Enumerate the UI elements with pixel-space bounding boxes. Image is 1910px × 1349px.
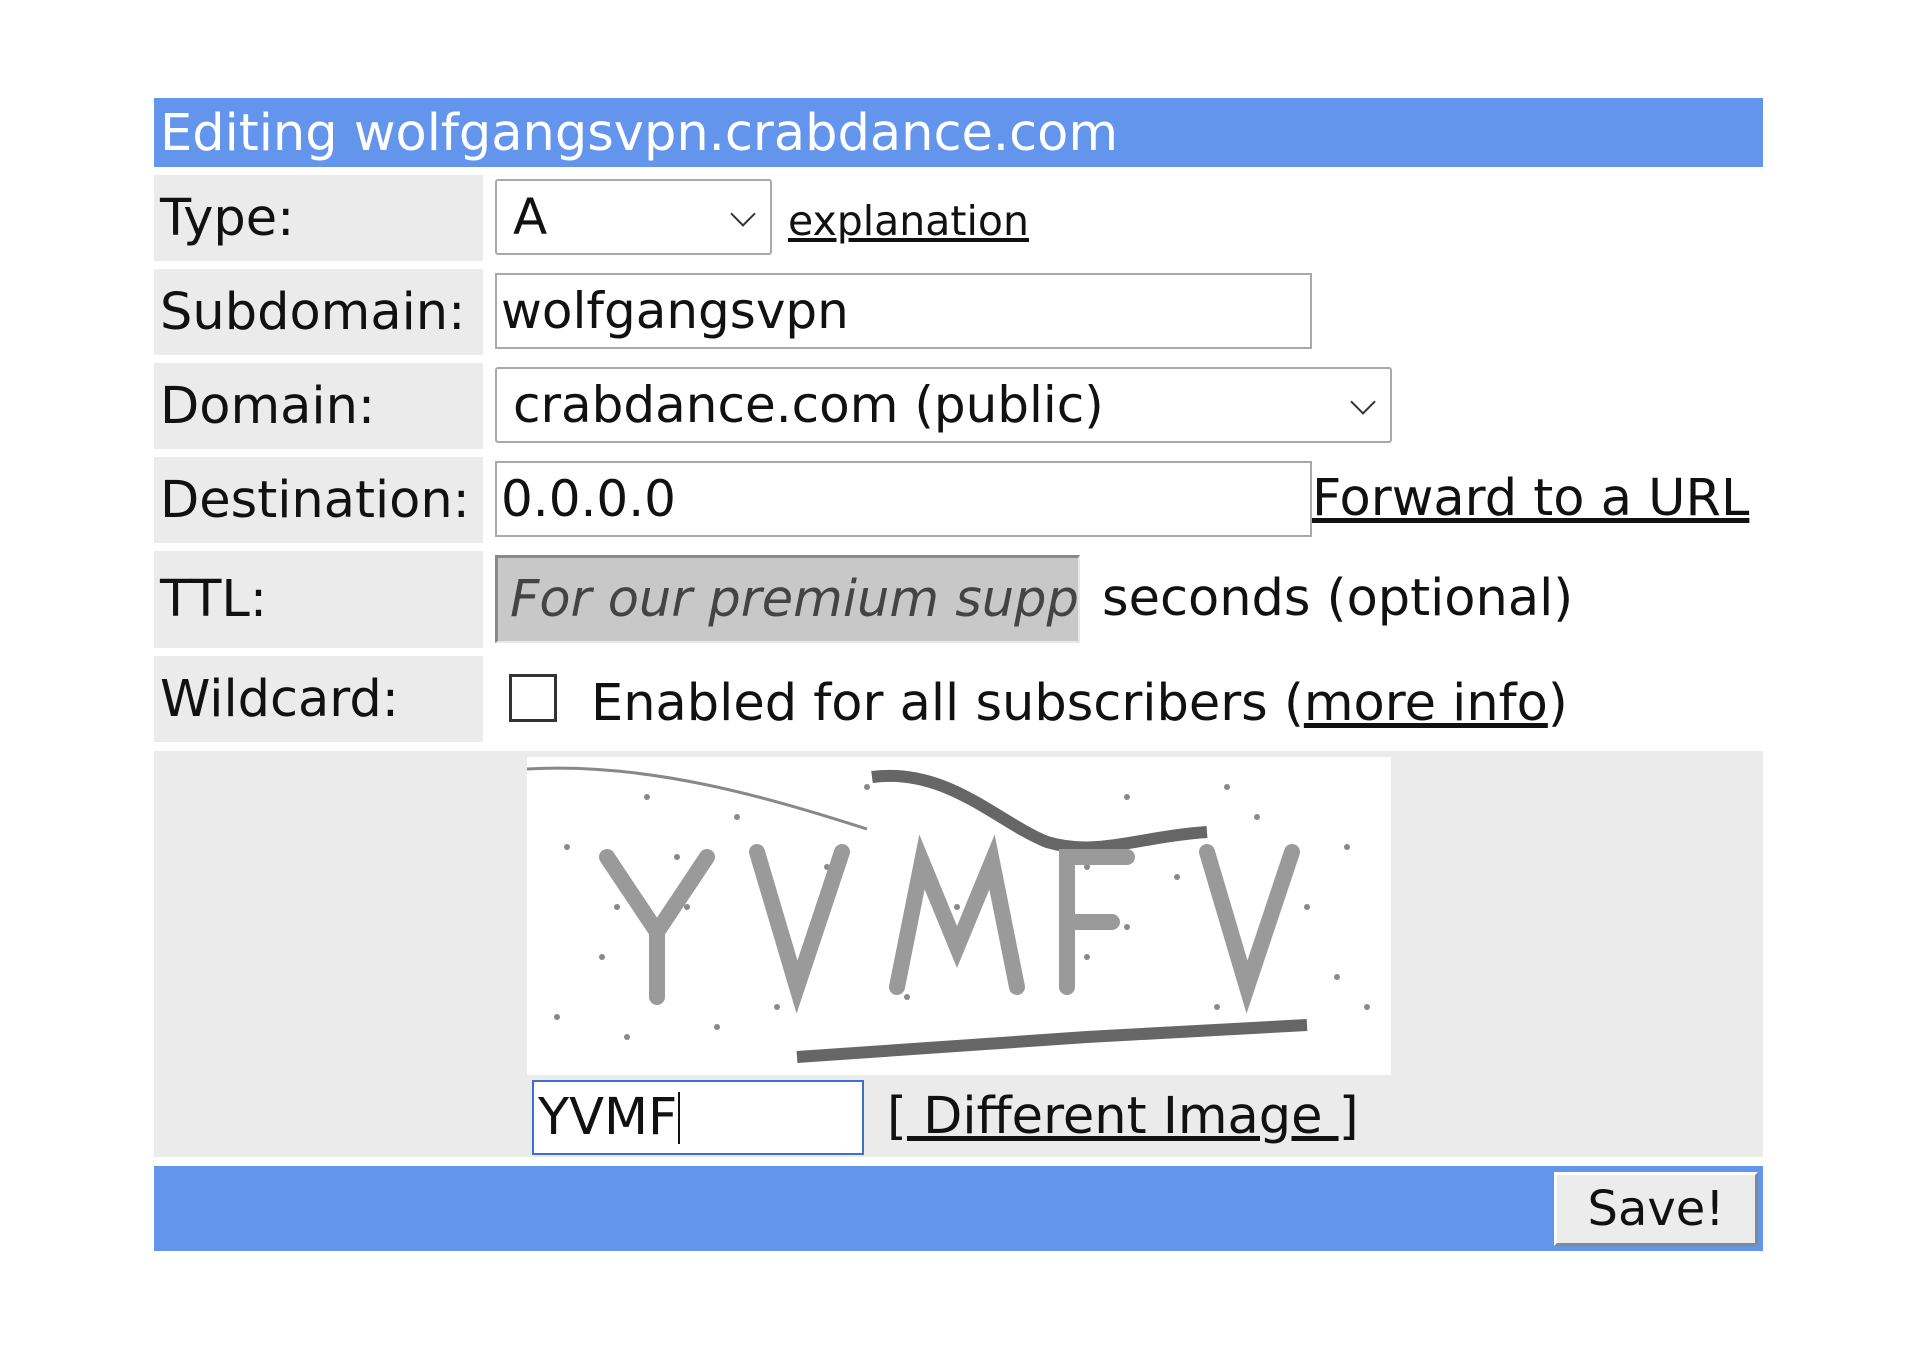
explanation-link[interactable]: explanation	[788, 197, 1029, 245]
ttl-label: TTL:	[154, 551, 483, 648]
type-select[interactable]: A	[495, 179, 772, 255]
edit-record-panel: Editing wolfgangsvpn.crabdance.com Type:…	[154, 98, 1763, 1251]
destination-row: Destination: 0.0.0.0 Forward to a URL	[154, 457, 1763, 543]
type-label: Type:	[154, 175, 483, 261]
chevron-down-icon	[1350, 389, 1376, 415]
wildcard-checkbox[interactable]	[509, 674, 557, 722]
domain-label: Domain:	[154, 363, 483, 449]
domain-row: Domain: crabdance.com (public)	[154, 363, 1763, 449]
more-info-link[interactable]: more info	[1304, 674, 1548, 733]
type-row: Type: A explanation	[154, 175, 1763, 261]
wildcard-description: Enabled for all subscribers (more info)	[591, 674, 1568, 733]
captcha-input-value: YVMF	[538, 1088, 678, 1147]
captcha-image	[527, 757, 1391, 1075]
domain-select[interactable]: crabdance.com (public)	[495, 367, 1392, 443]
panel-header: Editing wolfgangsvpn.crabdance.com	[154, 98, 1763, 167]
subdomain-input[interactable]: wolfgangsvpn	[495, 273, 1312, 349]
captcha-input[interactable]: YVMF	[532, 1080, 864, 1155]
ttl-row: TTL: For our premium supporters seconds …	[154, 551, 1763, 648]
destination-label: Destination:	[154, 457, 483, 543]
destination-input[interactable]: 0.0.0.0	[495, 461, 1312, 537]
ttl-placeholder: For our premium supporters	[510, 570, 1079, 629]
save-button[interactable]: Save!	[1554, 1172, 1758, 1246]
subdomain-row: Subdomain: wolfgangsvpn	[154, 269, 1763, 355]
domain-select-value: crabdance.com (public)	[513, 376, 1104, 434]
wildcard-text: Enabled for all subscribers (	[591, 674, 1304, 733]
footer-bar: Save!	[154, 1166, 1763, 1251]
wildcard-row: Wildcard: Enabled for all subscribers (m…	[154, 656, 1763, 742]
page-title: Editing wolfgangsvpn.crabdance.com	[160, 104, 1118, 163]
wildcard-text-end: )	[1547, 674, 1568, 733]
forward-to-url-link[interactable]: Forward to a URL	[1312, 469, 1749, 528]
chevron-down-icon	[730, 201, 756, 227]
ttl-input-disabled: For our premium supporters	[495, 555, 1080, 643]
wildcard-label: Wildcard:	[154, 656, 483, 742]
type-select-value: A	[513, 188, 548, 246]
ttl-suffix-text: seconds (optional)	[1102, 569, 1574, 628]
different-image-link[interactable]: [ Different Image ]	[887, 1087, 1359, 1146]
captcha-section: YVMF [ Different Image ]	[154, 751, 1763, 1157]
text-caret	[678, 1091, 681, 1144]
subdomain-label: Subdomain:	[154, 269, 483, 355]
